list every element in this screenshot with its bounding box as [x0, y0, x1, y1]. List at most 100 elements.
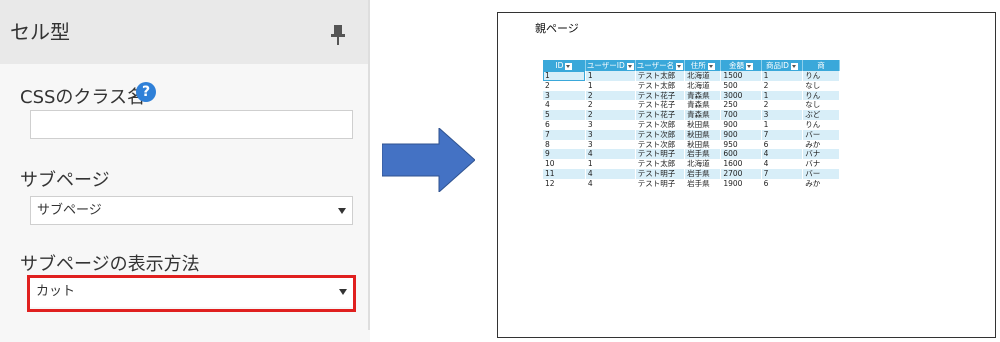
table-cell: 4: [585, 178, 636, 189]
column-header[interactable]: 商: [802, 60, 840, 71]
table-cell: 1900: [720, 178, 762, 189]
filter-dropdown-icon[interactable]: [745, 62, 753, 70]
table-cell: 700: [720, 110, 762, 120]
pin-icon[interactable]: [328, 24, 348, 46]
column-header[interactable]: 金額: [720, 60, 762, 71]
panel-header: セル型: [0, 0, 370, 64]
table-cell: 6: [543, 119, 586, 130]
table-row[interactable]: 5 2 テスト花子 青森県 700 3 ぶど: [543, 110, 840, 120]
column-header[interactable]: ユーザー名: [635, 60, 686, 71]
table-cell: テスト花子: [635, 100, 686, 111]
column-header-label: ユーザー名: [636, 61, 675, 70]
table-cell: テスト太郎: [635, 80, 686, 91]
table-cell: バー: [802, 168, 840, 179]
table-cell: テスト太郎: [635, 71, 686, 81]
table-cell: 2700: [720, 168, 762, 179]
table-row[interactable]: 10 1 テスト太郎 北海道 1600 4 バナ: [543, 159, 840, 169]
table-cell: 秋田県: [684, 139, 722, 150]
table-row[interactable]: 2 1 テスト太郎 北海道 500 2 なし: [543, 80, 840, 91]
table-cell: 2: [585, 110, 636, 120]
table-cell: 5: [543, 110, 586, 120]
table-cell: りん: [802, 90, 840, 101]
table-cell: テスト明子: [635, 178, 686, 189]
filter-dropdown-icon[interactable]: [790, 62, 798, 70]
column-header-label: 住所: [690, 61, 706, 70]
filter-dropdown-icon[interactable]: [707, 62, 715, 70]
table-cell: 1: [585, 159, 636, 169]
table-cell: 900: [720, 119, 762, 130]
table-cell: 7: [761, 168, 804, 179]
table-row[interactable]: 4 2 テスト花子 青森県 250 2 なし: [543, 100, 840, 111]
table-cell: 2: [761, 80, 804, 91]
table-cell: テスト次郎: [635, 119, 686, 130]
table-cell: なし: [802, 80, 840, 91]
table-cell: 3000: [720, 90, 762, 101]
table-cell: なし: [802, 100, 840, 111]
table-cell: 600: [720, 149, 762, 160]
table-cell: 1: [761, 90, 804, 101]
table-cell: 青森県: [684, 100, 722, 111]
preview-window: 親ページ ID ユーザーID ユーザー名 住所 金額 商品ID 商 1 1 テスト太郎 北海道 15…: [497, 12, 996, 338]
table-cell: テスト太郎: [635, 159, 686, 169]
filter-dropdown-icon[interactable]: [626, 62, 634, 70]
table-cell: 4: [761, 149, 804, 160]
table-cell: バナ: [802, 159, 840, 169]
table-cell: 秋田県: [684, 119, 722, 130]
data-table: ID ユーザーID ユーザー名 住所 金額 商品ID 商 1 1 テスト太郎 北海道 1500 1 りん…: [543, 60, 840, 189]
column-header[interactable]: 住所: [684, 60, 722, 71]
table-cell: 9: [543, 149, 586, 160]
table-cell: 1: [585, 80, 636, 91]
table-row[interactable]: 3 2 テスト花子 青森県 3000 1 りん: [543, 90, 840, 101]
table-cell: 4: [585, 149, 636, 160]
table-cell: テスト明子: [635, 149, 686, 160]
column-header-label: 商: [817, 61, 825, 70]
display-method-select[interactable]: カット: [30, 278, 353, 307]
filter-dropdown-icon[interactable]: [676, 62, 684, 70]
table-cell: 900: [720, 129, 762, 140]
table-cell: 2: [761, 100, 804, 111]
table-header-row: ID ユーザーID ユーザー名 住所 金額 商品ID 商: [543, 60, 840, 71]
table-row[interactable]: 12 4 テスト明子 岩手県 1900 6 みか: [543, 178, 840, 189]
column-header-label: 金額: [728, 61, 744, 70]
right-arrow-icon: [382, 128, 475, 192]
table-cell: 1: [585, 71, 636, 81]
table-cell: 7: [543, 129, 586, 140]
column-header-label: ユーザーID: [586, 61, 625, 70]
table-cell: 4: [585, 168, 636, 179]
table-cell: テスト次郎: [635, 129, 686, 140]
table-cell: バナ: [802, 149, 840, 160]
table-cell: みか: [802, 139, 840, 150]
table-cell: 2: [585, 90, 636, 101]
table-cell: 3: [585, 119, 636, 130]
column-header[interactable]: ID: [543, 60, 586, 71]
table-cell: テスト次郎: [635, 139, 686, 150]
column-header[interactable]: ユーザーID: [585, 60, 636, 71]
filter-dropdown-icon[interactable]: [565, 62, 573, 70]
table-cell: 岩手県: [684, 149, 722, 160]
table-row[interactable]: 9 4 テスト明子 岩手県 600 4 バナ: [543, 149, 840, 160]
column-header[interactable]: 商品ID: [761, 60, 804, 71]
css-class-label: CSSのクラス名: [20, 87, 146, 108]
column-header-label: ID: [555, 61, 564, 70]
subpage-select[interactable]: サブページ: [30, 196, 353, 225]
subpage-label: サブページ: [20, 170, 110, 191]
table-cell: テスト花子: [635, 110, 686, 120]
table-row[interactable]: 8 3 テスト次郎 秋田県 950 6 みか: [543, 139, 840, 150]
table-cell: バー: [802, 129, 840, 140]
table-row[interactable]: 7 3 テスト次郎 秋田県 900 7 バー: [543, 129, 840, 140]
table-cell: 岩手県: [684, 168, 722, 179]
data-grid: ID ユーザーID ユーザー名 住所 金額 商品ID 商 1 1 テスト太郎 北海道 1500 1 りん…: [543, 60, 840, 208]
table-cell: 1: [761, 119, 804, 130]
table-cell: 7: [761, 129, 804, 140]
css-class-input[interactable]: [30, 110, 353, 139]
preview-page-title: 親ページ: [535, 22, 579, 35]
table-cell: 500: [720, 80, 762, 91]
panel-edge: [368, 0, 370, 330]
table-row[interactable]: 11 4 テスト明子 岩手県 2700 7 バー: [543, 168, 840, 179]
chevron-down-icon: [339, 289, 347, 295]
screenshot-canvas: セル型 CSSのクラス名 ? サブページ サブページ サブページの表示方法 カッ…: [0, 0, 1000, 342]
table-row[interactable]: 1 1 テスト太郎 北海道 1500 1 りん: [543, 71, 840, 81]
question-circle-icon[interactable]: ?: [136, 82, 156, 102]
table-row[interactable]: 6 3 テスト次郎 秋田県 900 1 りん: [543, 119, 840, 130]
table-cell: 6: [761, 139, 804, 150]
